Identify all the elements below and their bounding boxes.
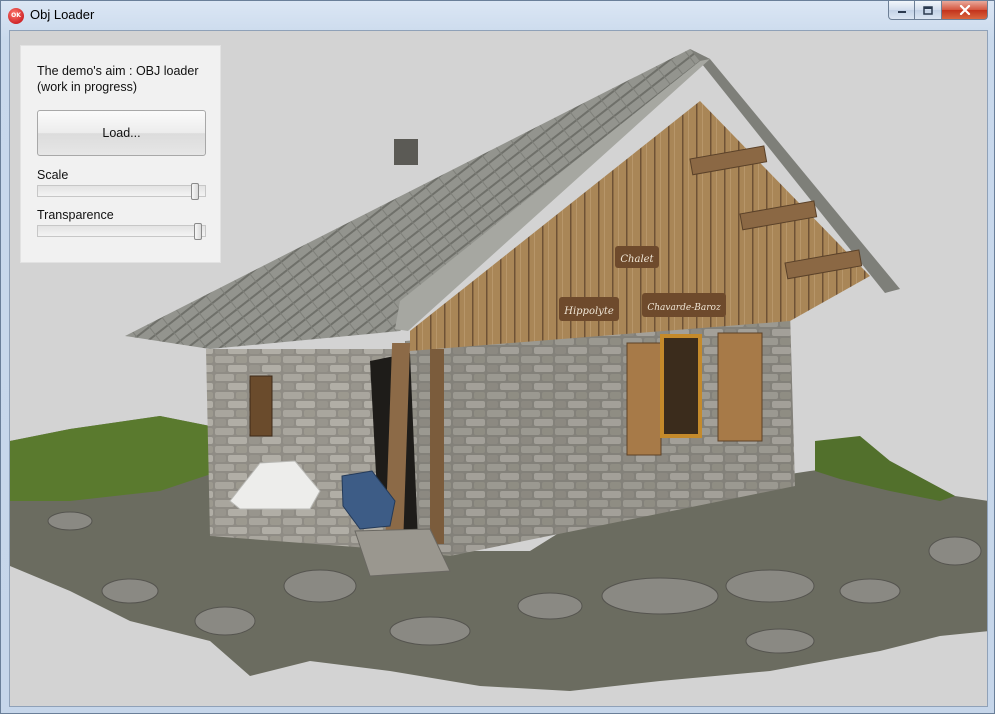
minimize-button[interactable]	[888, 1, 915, 20]
maximize-icon	[923, 5, 933, 15]
title-bar[interactable]: OK Obj Loader	[1, 1, 994, 30]
control-panel: The demo's aim : OBJ loader (work in pro…	[20, 45, 221, 263]
app-icon: OK	[8, 8, 24, 24]
sign-top-text: Chalet	[620, 254, 654, 265]
transparence-label: Transparence	[37, 208, 114, 222]
shutter-right[interactable]	[717, 332, 763, 442]
caption-buttons	[888, 1, 988, 21]
scale-label: Scale	[37, 168, 69, 182]
minimize-icon	[897, 11, 906, 13]
transparence-slider[interactable]	[37, 223, 206, 240]
chimney	[394, 139, 418, 165]
sign-left-text: Hippolyte	[563, 306, 614, 317]
maximize-button[interactable]	[915, 1, 942, 20]
scale-slider-thumb[interactable]	[191, 183, 199, 200]
close-icon	[959, 5, 970, 15]
scale-slider[interactable]	[37, 183, 206, 200]
window-title: Obj Loader	[30, 7, 95, 22]
app-window: OK Obj Loader Chalet Hippolyte Chavarde-…	[0, 0, 995, 714]
close-button[interactable]	[942, 1, 988, 20]
load-button[interactable]: Load...	[37, 110, 206, 156]
window-frame	[660, 334, 702, 438]
small-window	[249, 375, 273, 437]
door-post-right	[430, 349, 444, 544]
transparence-slider-thumb[interactable]	[194, 223, 202, 240]
shutter-left[interactable]	[626, 342, 662, 456]
sign-right-text: Chavarde-Baroz	[647, 303, 721, 313]
demo-aim-text: The demo's aim : OBJ loader (work in pro…	[37, 64, 199, 94]
render-viewport[interactable]: Chalet Hippolyte Chavarde-Baroz The demo…	[9, 30, 988, 707]
